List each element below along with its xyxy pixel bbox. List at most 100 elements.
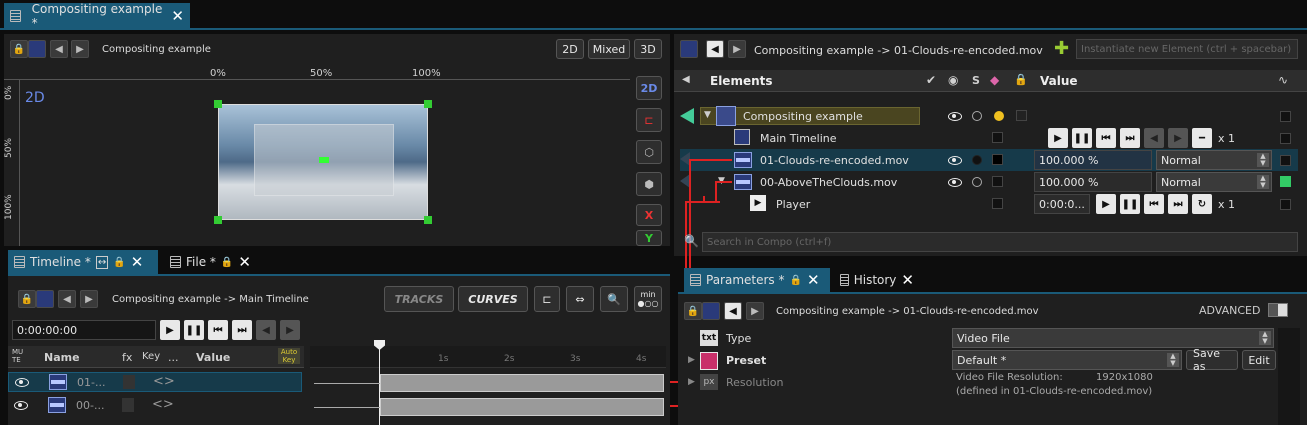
expand-arrow-icon[interactable]: ▼ [704, 110, 711, 120]
collapse-arrow-icon[interactable]: ◀ [682, 74, 690, 85]
magnet-icon[interactable]: ⊏ [636, 108, 662, 132]
lock-icon[interactable]: 🔒 [10, 40, 28, 58]
back-arrow-icon[interactable]: ◀ [706, 40, 724, 58]
row-checkbox[interactable] [1280, 199, 1291, 210]
opacity-field[interactable]: 100.000 % [1034, 150, 1152, 170]
blend-mode-select[interactable]: Normal ▲ ▼ [1156, 172, 1272, 192]
skip-back-button[interactable]: ⏮ [1096, 128, 1116, 148]
time-ruler[interactable]: 1s 2s 3s 4s [310, 346, 666, 368]
close-icon[interactable]: ✕ [901, 272, 914, 288]
handle-bottom-left[interactable] [214, 216, 222, 224]
layer-icon[interactable] [28, 40, 46, 58]
player-time-field[interactable]: 0:00:0... [1034, 194, 1090, 214]
prev-frame-button[interactable]: ◀ [1144, 128, 1164, 148]
back-arrow-icon[interactable]: ◀ [50, 40, 68, 58]
play-button[interactable]: ▶ [1048, 128, 1068, 148]
lock-icon[interactable]: 🔒 [113, 257, 125, 268]
expand-arrow-icon[interactable]: ▶ [688, 355, 695, 365]
row-checkbox[interactable] [1280, 111, 1291, 122]
handle-top-right[interactable] [424, 100, 432, 108]
lock-toggle[interactable] [992, 176, 1003, 187]
lock-toggle[interactable] [1016, 110, 1027, 121]
tab-parameters[interactable]: Parameters * 🔒 ✕ [684, 268, 830, 292]
loop-mode-button[interactable]: ━ [1192, 128, 1212, 148]
canvas-frame[interactable] [218, 104, 428, 220]
skip-back-button[interactable]: ⏮ [1144, 194, 1164, 214]
loop-icon[interactable]: ↻ [1192, 194, 1212, 214]
forward-arrow-icon[interactable]: ▶ [71, 40, 89, 58]
solo-toggle[interactable] [972, 177, 982, 187]
save-as-button[interactable]: Save as [1186, 347, 1238, 373]
track-row[interactable]: 01-... <> [8, 372, 302, 392]
mode-2d-button[interactable]: 2D [556, 39, 584, 59]
fit-width-icon[interactable]: ↔ [95, 255, 109, 269]
timecode-field[interactable]: 0:00:00:00 [12, 320, 156, 340]
back-arrow-icon[interactable]: ◀ [724, 302, 742, 320]
blend-mode-select[interactable]: Normal ▲ ▼ [1156, 150, 1272, 170]
tab-history[interactable]: History ✕ [834, 268, 920, 292]
opacity-field[interactable]: 100.000 % [1034, 172, 1152, 192]
skip-forward-button[interactable]: ⏭ [1120, 128, 1140, 148]
close-icon[interactable]: ✕ [807, 272, 820, 288]
lock-toggle[interactable] [992, 154, 1003, 165]
solo-toggle[interactable] [972, 155, 982, 165]
next-frame-button[interactable]: ▶ [1168, 128, 1188, 148]
lock-icon[interactable]: 🔒 [221, 257, 233, 268]
close-icon[interactable]: ✕ [131, 254, 144, 270]
row-checkbox-active[interactable] [1280, 176, 1291, 187]
pause-button[interactable]: ❚❚ [1120, 194, 1140, 214]
scrollbar[interactable] [1278, 328, 1300, 425]
axis-y-button[interactable]: Y [636, 230, 662, 246]
handle-bottom-right[interactable] [424, 216, 432, 224]
keyframe-nav-icon[interactable]: <> [153, 374, 175, 389]
skip-back-button[interactable]: ⏮ [208, 320, 228, 340]
forward-arrow-icon[interactable]: ▶ [746, 302, 764, 320]
lock-icon[interactable]: 🔒 [790, 275, 802, 286]
advanced-toggle[interactable] [1268, 303, 1288, 317]
prev-frame-button[interactable]: ◀ [256, 320, 276, 340]
fit-timeline-icon[interactable]: ⇔ [566, 286, 594, 312]
visibility-eye-icon[interactable] [948, 178, 962, 187]
close-icon[interactable]: ✕ [238, 254, 251, 270]
anchor-point-icon[interactable] [319, 157, 329, 163]
layer-icon[interactable] [680, 40, 698, 58]
min-view-button[interactable]: min ●○○ [634, 286, 662, 312]
layer-icon[interactable] [702, 302, 720, 320]
lock-icon[interactable]: 🔒 [18, 290, 36, 308]
play-button[interactable]: ▶ [160, 320, 180, 340]
visibility-eye-icon[interactable] [948, 112, 962, 121]
layer-icon[interactable] [36, 290, 54, 308]
fx-toggle[interactable] [123, 375, 135, 389]
clip-bar[interactable] [380, 398, 664, 416]
close-icon[interactable]: ✕ [171, 8, 184, 24]
handle-top-left[interactable] [214, 100, 222, 108]
next-frame-button[interactable]: ▶ [280, 320, 300, 340]
clip-bar[interactable] [380, 374, 664, 392]
lock-toggle[interactable] [992, 132, 1003, 143]
search-compo-input[interactable]: Search in Compo (ctrl+f) [702, 232, 1298, 252]
type-select[interactable]: Video File ▲ ▼ [952, 328, 1274, 348]
tab-file[interactable]: File * 🔒 ✕ [164, 250, 258, 274]
visibility-eye-icon[interactable] [15, 378, 29, 387]
lock-toggle[interactable] [992, 198, 1003, 209]
axis-x-button[interactable]: X [636, 204, 662, 226]
color-tag-yellow[interactable] [994, 111, 1004, 121]
forward-arrow-icon[interactable]: ▶ [728, 40, 746, 58]
instantiate-input[interactable]: Instantiate new Element (ctrl + spacebar… [1076, 39, 1298, 59]
zoom-icon[interactable]: 🔍 [600, 286, 628, 312]
tab-compositing-example[interactable]: Compositing example * ✕ [4, 2, 190, 30]
skip-forward-button[interactable]: ⏭ [1168, 194, 1188, 214]
lock-icon[interactable]: 🔒 [684, 302, 702, 320]
mode-mixed-button[interactable]: Mixed [588, 39, 630, 59]
visibility-eye-icon[interactable] [948, 156, 962, 165]
skip-forward-button[interactable]: ⏭ [232, 320, 252, 340]
snap-magnet-icon[interactable]: ⊏ [534, 286, 560, 312]
tab-timeline[interactable]: Timeline * ↔ 🔒 ✕ [8, 250, 158, 274]
track-row[interactable]: 00-... <> [8, 396, 302, 416]
forward-arrow-icon[interactable]: ▶ [80, 290, 98, 308]
autokey-header[interactable]: Auto Key [278, 348, 300, 364]
expand-arrow-icon[interactable]: ▶ [688, 377, 695, 387]
preset-select[interactable]: Default * ▲ ▼ [952, 350, 1182, 370]
side-2d-button[interactable]: 2D [636, 76, 662, 100]
visibility-eye-icon[interactable] [14, 401, 28, 410]
